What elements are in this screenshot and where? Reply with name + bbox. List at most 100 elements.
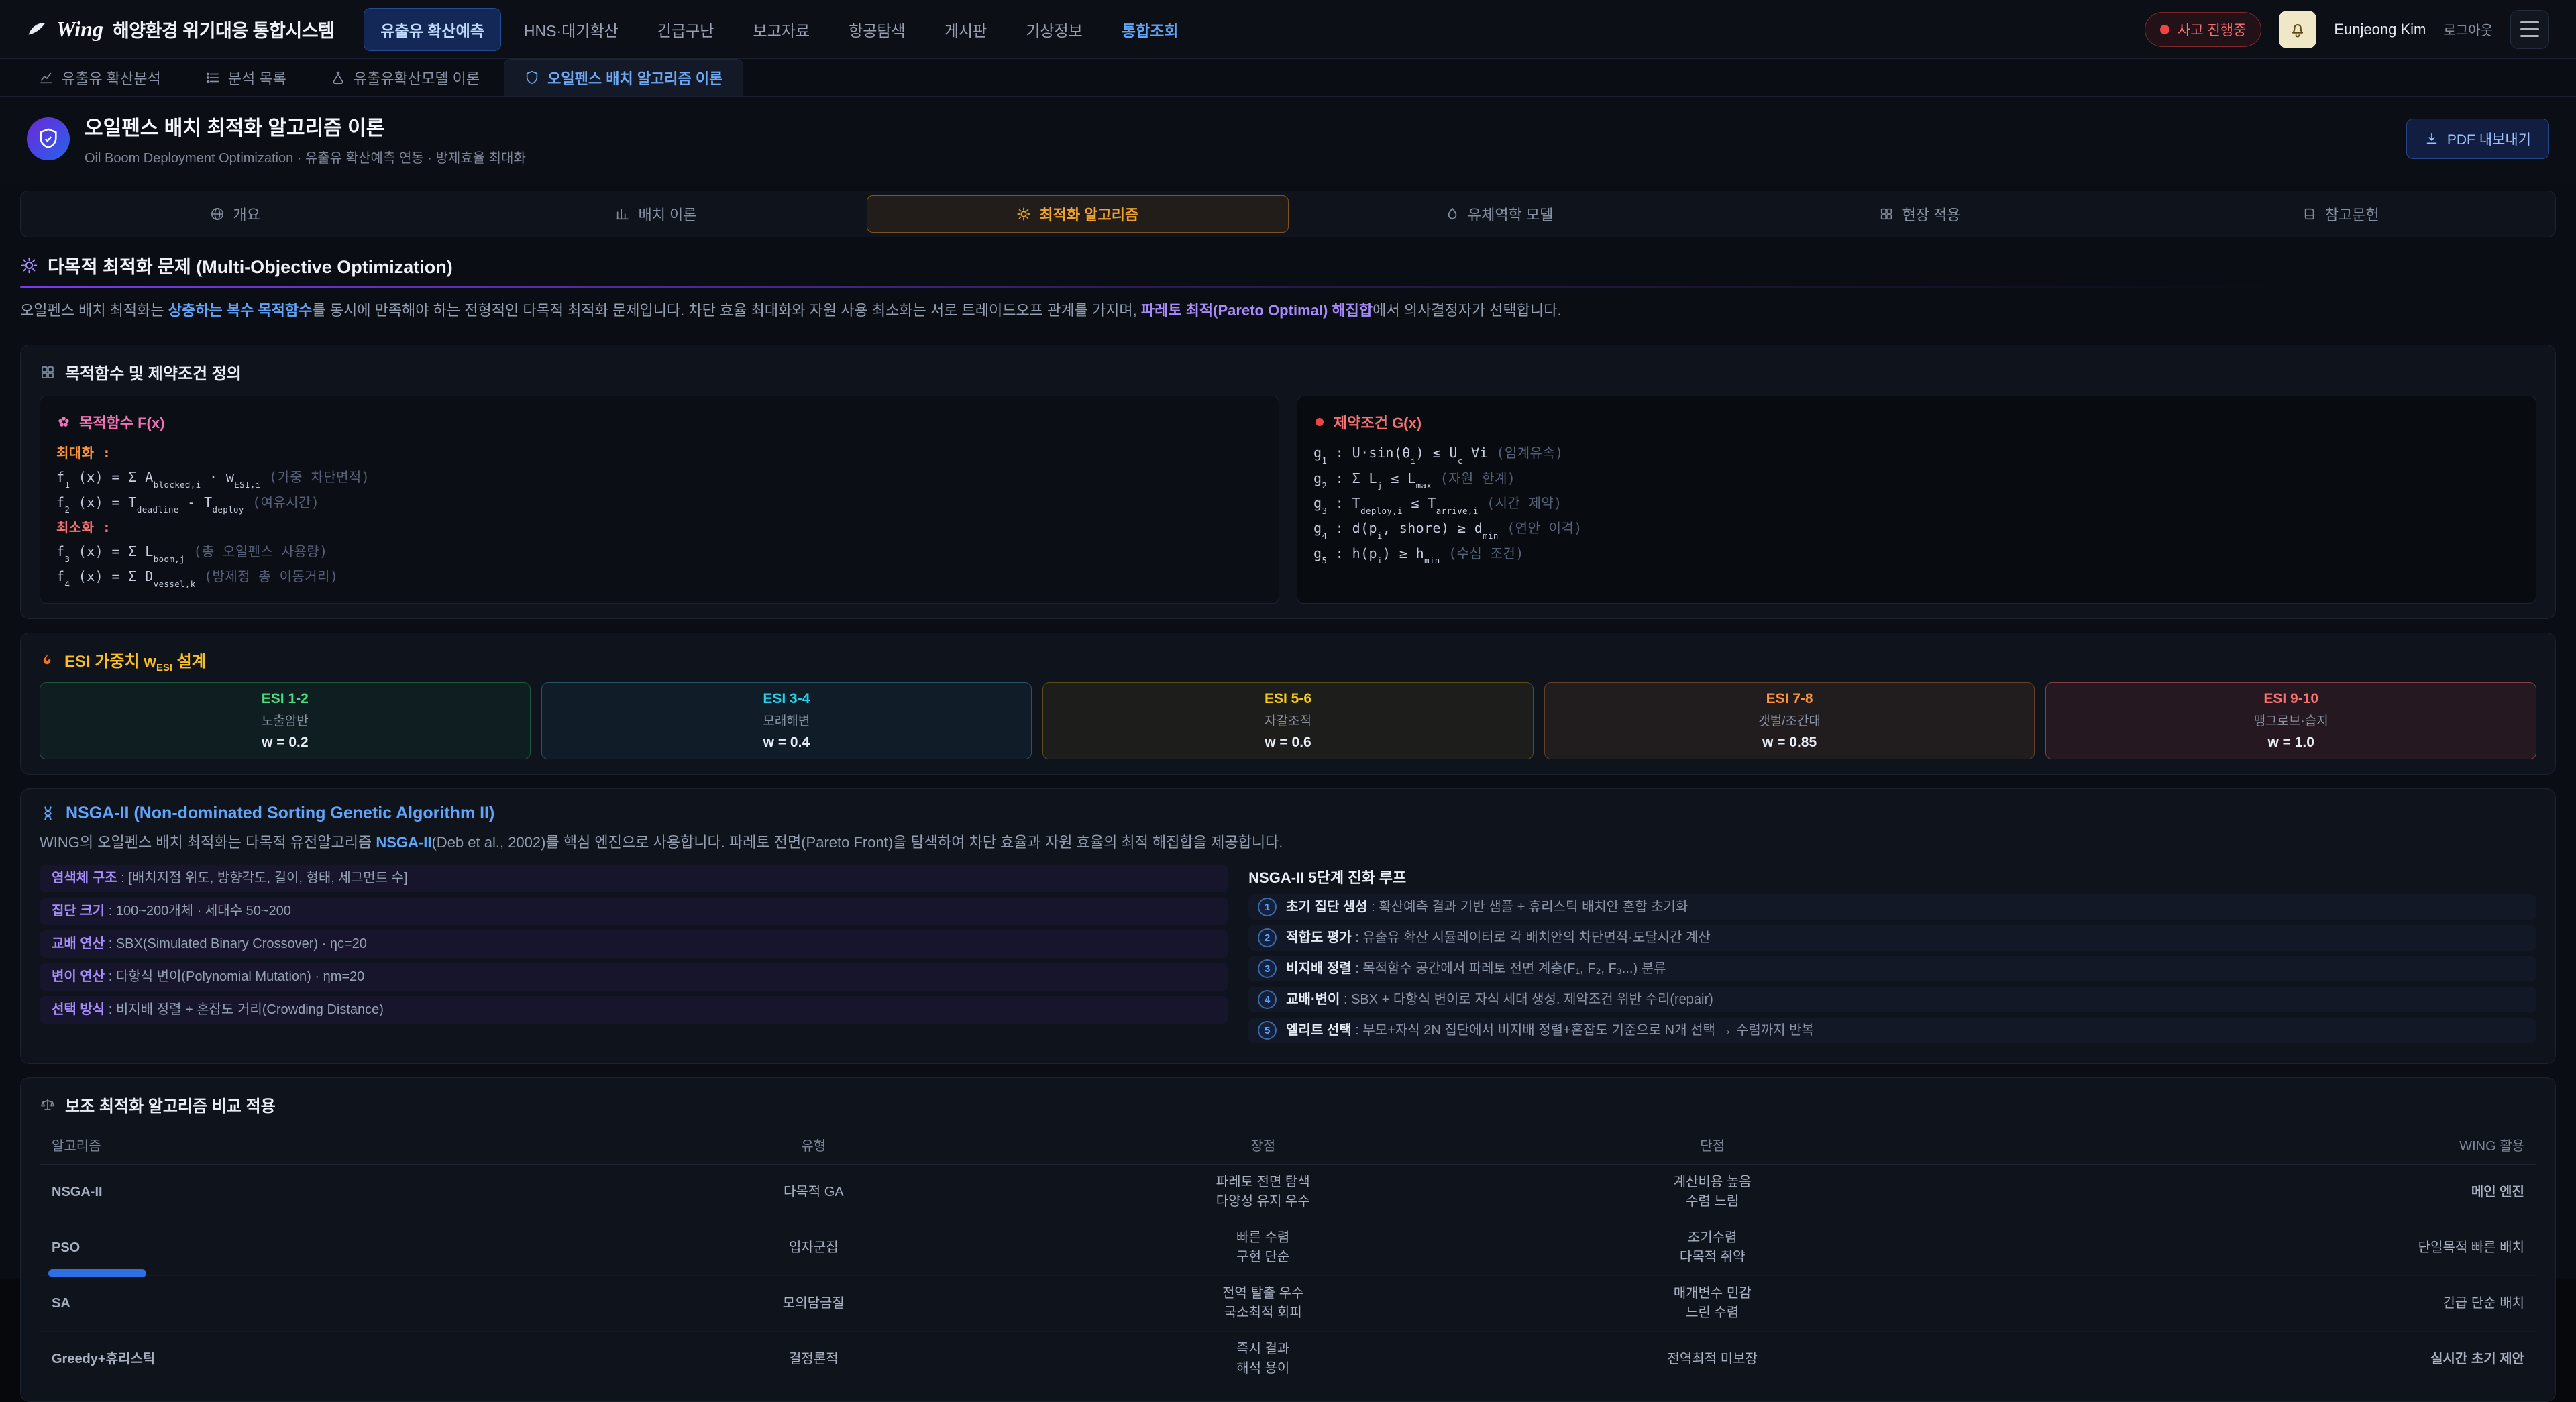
tab-hydrodynamics-model[interactable]: 유체역학 모델 <box>1289 195 1709 233</box>
esi-box-7-8: ESI 7-8 갯벌/조간대 w = 0.85 <box>1544 682 2035 759</box>
spread-analysis-icon <box>39 70 54 85</box>
nsga-paragraph: WING의 오일펜스 배치 최적화는 다목적 유전알고리즘 NSGA-II(De… <box>40 831 2536 854</box>
objective-eq-3: f3 (x) = Σ Lboom,j (총 오일펜스 사용량) <box>56 539 1263 564</box>
menu-icon <box>2520 21 2539 23</box>
maximize-label: 최대화 : <box>56 441 1263 465</box>
topnav-right-cluster: 사고 진행중 Eunjeong Kim 로그아웃 <box>2145 10 2549 49</box>
col-header-type: 유형 <box>589 1126 1038 1165</box>
col-header-cons: 단점 <box>1488 1126 1937 1165</box>
table-row-nsga2: NSGA-II 다목적 GA 파레토 전면 탐색 다양성 유지 우수 계산비용 … <box>40 1165 2536 1220</box>
pdf-export-button[interactable]: PDF 내보내기 <box>2406 119 2549 159</box>
step-number: 5 <box>1258 1021 1277 1040</box>
incident-badge-label: 사고 진행중 <box>2178 19 2246 40</box>
constraint-panel-title: 제약조건 G(x) <box>1334 411 1421 433</box>
nsga-step-4: 4 교배·변이 : SBX + 다항식 변이로 자식 세대 생성. 제약조건 위… <box>1248 987 2536 1012</box>
objective-panel-title: 목적함수 F(x) <box>79 411 164 433</box>
subtab-spread-model-theory[interactable]: 유출유확산모델 이론 <box>311 59 500 96</box>
shield-icon <box>525 70 539 85</box>
spec-crossover: 교배 연산 : SBX(Simulated Binary Crossover) … <box>40 930 1228 958</box>
table-row-pso: PSO 입자군집 빠른 수렴 구현 단순 조기수렴 다목적 취약 단일목적 빠른… <box>40 1220 2536 1276</box>
nav-item-weather[interactable]: 기상정보 <box>1010 9 1099 50</box>
page-shield-badge <box>27 117 70 160</box>
section-gear-icon <box>20 256 38 274</box>
intro-paragraph: 오일펜스 배치 최적화는 상충하는 복수 목적함수를 동시에 만족해야 하는 전… <box>20 299 2556 322</box>
esi-box-1-2: ESI 1-2 노출암반 w = 0.2 <box>40 682 531 759</box>
constraint-panel: 제약조건 G(x) g1 : U·sin(θi) ≤ Uc ∀i (임계유속) … <box>1297 396 2536 603</box>
top-navigation-bar: Wing 해양환경 위기대응 통합시스템 유출유 확산예측 HNS·대기확산 긴… <box>0 0 2576 59</box>
sub-tab-bar: 유출유 확산분석 분석 목록 유출유확산모델 이론 오일펜스 배치 알고리즘 이… <box>0 59 2576 97</box>
step-number: 4 <box>1258 990 1277 1009</box>
user-name: Eunjeong Kim <box>2334 21 2426 38</box>
objective-eq-1: f1 (x) = Σ Ablocked,i · wESI,i (가중 차단면적) <box>56 465 1263 490</box>
wing-logo-icon <box>27 19 47 40</box>
objective-function-panel: 목적함수 F(x) 최대화 : f1 (x) = Σ Ablocked,i · … <box>40 396 1279 603</box>
intro-section: 다목적 최적화 문제 (Multi-Objective Optimization… <box>20 252 2556 322</box>
main-nav: 유출유 확산예측 HNS·대기확산 긴급구난 보고자료 항공탐색 게시판 기상정… <box>364 8 2115 51</box>
nav-item-oil-spill-prediction[interactable]: 유출유 확산예측 <box>364 8 501 51</box>
constraint-eq-2: g2 : Σ Lj ≤ Lmax (자원 한계) <box>1313 466 2520 491</box>
page-shield-icon <box>37 127 60 150</box>
book-icon <box>2302 207 2317 221</box>
tab-deployment-theory[interactable]: 배치 이론 <box>445 195 866 233</box>
incident-dot-icon <box>2160 25 2169 34</box>
nsga-loop-title: NSGA-II 5단계 진화 루프 <box>1248 866 2536 887</box>
gear-icon <box>1016 207 1031 221</box>
nav-item-hns-dispersion[interactable]: HNS·대기확산 <box>508 9 635 50</box>
subtab-analysis-list[interactable]: 분석 목록 <box>185 59 307 96</box>
incident-status-badge: 사고 진행중 <box>2145 12 2261 47</box>
objective-eq-2: f2 (x) = Tdeadline - Tdeploy (여유시간) <box>56 490 1263 515</box>
esi-card-title: ESI 가중치 wESI 설계 <box>64 648 207 673</box>
esi-weights-card: ESI 가중치 wESI 설계 ESI 1-2 노출암반 w = 0.2 ESI… <box>20 633 2556 775</box>
flower-icon <box>56 415 71 429</box>
spec-selection: 선택 방식 : 비지배 정렬 + 혼잡도 거리(Crowding Distanc… <box>40 996 1228 1024</box>
nsga-spec-list: 염색체 구조 : [배치지점 위도, 방향각도, 길이, 형태, 세그먼트 수]… <box>40 865 1228 1048</box>
esi-box-5-6: ESI 5-6 자갈조적 w = 0.6 <box>1042 682 1534 759</box>
purple-divider <box>20 286 2556 288</box>
notifications-button[interactable] <box>2279 11 2316 48</box>
dna-icon <box>40 805 56 822</box>
definitions-grid-icon <box>40 364 56 380</box>
subtab-spill-analysis[interactable]: 유출유 확산분석 <box>19 59 181 96</box>
objective-constraint-card: 목적함수 및 제약조건 정의 목적함수 F(x) 최대화 : f1 (x) = … <box>20 345 2556 618</box>
algorithm-comparison-card: 보조 최적화 알고리즘 비교 적용 알고리즘 유형 장점 단점 WING 활용 … <box>20 1077 2556 1402</box>
hamburger-menu-button[interactable] <box>2510 10 2549 49</box>
main-content: 다목적 최적화 문제 (Multi-Objective Optimization… <box>0 252 2576 1402</box>
nav-item-reports[interactable]: 보고자료 <box>737 9 826 50</box>
table-row-sa: SA 모의담금질 전역 탈출 우수 국소최적 회피 매개변수 민감 느린 수렴 … <box>40 1276 2536 1332</box>
nav-item-integrated-search[interactable]: 통합조회 <box>1106 9 1195 50</box>
nav-item-board[interactable]: 게시판 <box>928 9 1003 50</box>
esi-box-3-4: ESI 3-4 모래해변 w = 0.4 <box>541 682 1032 759</box>
step-number: 1 <box>1258 898 1277 916</box>
list-icon <box>205 70 220 85</box>
grid-icon <box>1879 207 1894 221</box>
chart-icon <box>615 207 630 221</box>
constraint-eq-4: g4 : d(pi, shore) ≥ dmin (연안 이격) <box>1313 516 2520 541</box>
tab-references[interactable]: 참고문헌 <box>2131 195 2551 233</box>
nav-item-emergency-rescue[interactable]: 긴급구난 <box>641 9 731 50</box>
subtab-boom-algorithm-theory[interactable]: 오일펜스 배치 알고리즘 이론 <box>504 59 743 96</box>
constraint-eq-3: g3 : Tdeploy,i ≤ Tarrive,i (시간 제약) <box>1313 491 2520 516</box>
tab-optimization-algorithm[interactable]: 최적화 알고리즘 <box>867 195 1289 233</box>
nsga-step-1: 1 초기 집단 생성 : 확산예측 결과 기반 샘플 + 휴리스틱 배치안 혼합… <box>1248 894 2536 920</box>
col-header-wing-usage: WING 활용 <box>1937 1126 2536 1165</box>
tab-overview[interactable]: 개요 <box>25 195 445 233</box>
spec-population: 집단 크기 : 100~200개체 · 세대수 50~200 <box>40 898 1228 925</box>
tab-field-application[interactable]: 현장 적용 <box>1709 195 2130 233</box>
page-header: 오일펜스 배치 최적화 알고리즘 이론 Oil Boom Deployment … <box>0 97 2576 184</box>
nsga-loop-panel: NSGA-II 5단계 진화 루프 1 초기 집단 생성 : 확산예측 결과 기… <box>1248 865 2536 1048</box>
pdf-download-icon <box>2424 131 2439 146</box>
col-header-pros: 장점 <box>1038 1126 1488 1165</box>
nsga-card: NSGA-II (Non-dominated Sorting Genetic A… <box>20 788 2556 1064</box>
nsga-step-5: 5 엘리트 선택 : 부모+자식 2N 집단에서 비지배 정렬+혼잡도 기준으로… <box>1248 1018 2536 1043</box>
comparison-card-title: 보조 최적화 알고리즘 비교 적용 <box>65 1093 276 1116</box>
app-title: 해양환경 위기대응 통합시스템 <box>113 16 334 42</box>
horizontal-scrollbar-thumb[interactable] <box>48 1269 146 1277</box>
col-header-algorithm: 알고리즘 <box>40 1126 589 1165</box>
app-logo[interactable]: Wing 해양환경 위기대응 통합시스템 <box>27 16 334 42</box>
intro-title: 다목적 최적화 문제 (Multi-Objective Optimization… <box>48 252 453 278</box>
logout-button[interactable]: 로그아웃 <box>2443 19 2493 39</box>
scale-icon <box>40 1097 56 1113</box>
globe-icon <box>210 207 225 221</box>
red-dot-icon <box>1313 416 1326 428</box>
nav-item-aerial-search[interactable]: 항공탐색 <box>833 9 922 50</box>
